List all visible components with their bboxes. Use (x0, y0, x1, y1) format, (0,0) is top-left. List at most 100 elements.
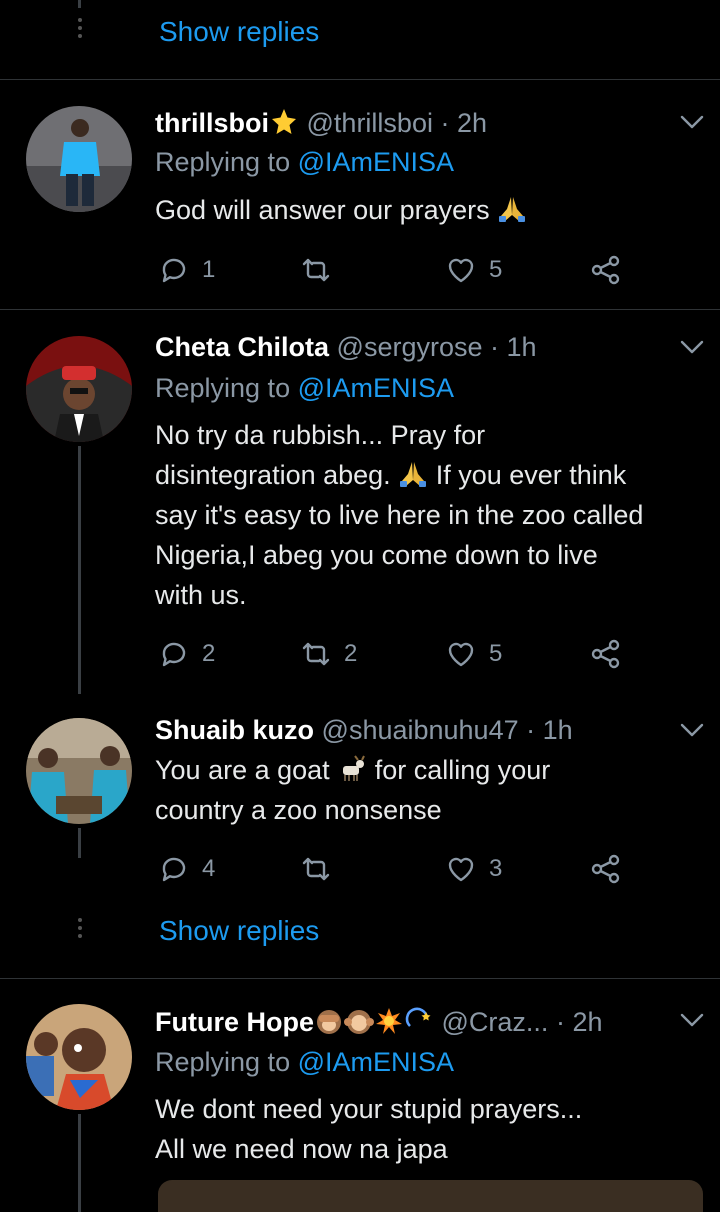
divider (0, 978, 720, 979)
replying-to-label: Replying to (155, 1047, 298, 1077)
display-name[interactable]: Shuaib kuzo (155, 715, 314, 745)
user-handle[interactable]: @sergyrose (337, 332, 483, 362)
share-icon (590, 254, 622, 286)
display-name[interactable]: thrillsboi (155, 108, 269, 138)
dizzy-icon (405, 1007, 431, 1027)
mention-link[interactable]: @IAmENISA (298, 373, 454, 403)
retweet-icon (300, 254, 332, 286)
retweet-button[interactable]: 2 (300, 637, 357, 671)
tweet-text: You are a goat for calling your country … (155, 750, 700, 830)
retweet-count: 2 (344, 640, 358, 667)
tweet-text-line: If you ever think (435, 460, 627, 490)
avatar[interactable] (26, 106, 132, 212)
glowing-star-icon (272, 109, 296, 134)
goat-icon (343, 755, 366, 781)
share-button[interactable] (590, 637, 622, 671)
retweet-button[interactable] (300, 852, 332, 886)
retweet-icon (300, 853, 332, 885)
tweet-text-line: say it's easy to live here in the zoo ca… (155, 500, 644, 530)
tweet-text-line: No try da rubbish... Pray for (155, 420, 486, 450)
avatar[interactable] (26, 336, 132, 442)
display-name[interactable]: Cheta Chilota (155, 332, 329, 362)
thread-line (78, 0, 81, 8)
reply-button[interactable]: 4 (158, 852, 215, 886)
tweet-time: · 2h (555, 1007, 603, 1037)
reply-icon (158, 853, 190, 885)
chevron-down-icon[interactable] (680, 1012, 704, 1028)
tweet-text: We dont need your stupid prayers... All … (155, 1089, 700, 1169)
thread-line (78, 828, 81, 858)
tweet-header: Future Hope @Craz... · 2h (155, 1006, 602, 1038)
replying-to: Replying to @IAmENISA (155, 373, 454, 404)
chevron-down-icon[interactable] (680, 114, 704, 130)
user-handle[interactable]: @Craz... (442, 1007, 549, 1037)
chevron-down-icon[interactable] (680, 722, 704, 738)
heart-icon (445, 254, 477, 286)
share-button[interactable] (590, 852, 622, 886)
mention-link[interactable]: @IAmENISA (298, 1047, 454, 1077)
user-handle[interactable]: @shuaibnuhu47 (322, 715, 519, 745)
tweet-text-line: for calling your (374, 755, 551, 785)
divider (0, 79, 720, 80)
tweet-text-line: All we need now na japa (155, 1134, 448, 1164)
show-replies-link[interactable]: Show replies (159, 16, 319, 48)
retweet-icon (300, 638, 332, 670)
tweet-time: · 2h (440, 108, 488, 138)
user-handle[interactable]: @thrillsboi (307, 108, 433, 138)
tweet-text-line: with us. (155, 580, 247, 610)
attached-image[interactable] (158, 1180, 703, 1212)
tweet-text-line: Nigeria,I abeg you come down to live (155, 540, 598, 570)
reply-icon (158, 254, 190, 286)
heart-icon (445, 853, 477, 885)
reply-button[interactable]: 1 (158, 253, 215, 287)
tweet-header: Cheta Chilota @sergyrose · 1h (155, 332, 537, 363)
tweet-text: God will answer our prayers (155, 190, 700, 230)
tweet-text-line: You are a goat (155, 755, 330, 785)
tweet-header: Shuaib kuzo @shuaibnuhu47 · 1h (155, 715, 573, 746)
replying-to: Replying to @IAmENISA (155, 1047, 454, 1078)
like-button[interactable]: 3 (445, 852, 502, 886)
like-count: 5 (489, 256, 503, 283)
share-icon (590, 853, 622, 885)
reply-icon (158, 638, 190, 670)
replying-to: Replying to @IAmENISA (155, 147, 454, 178)
display-name[interactable]: Future Hope (155, 1007, 314, 1037)
tweet-text-line: disintegration abeg. (155, 460, 391, 490)
avatar[interactable] (26, 1004, 132, 1110)
share-button[interactable] (590, 253, 622, 287)
folded-hands-icon (398, 459, 428, 489)
folded-hands-icon (497, 194, 527, 224)
thread-line (78, 446, 81, 694)
like-count: 5 (489, 640, 503, 667)
share-icon (590, 638, 622, 670)
reply-count: 4 (202, 855, 216, 882)
tweet-time: · 1h (490, 332, 537, 362)
reply-button[interactable]: 2 (158, 637, 215, 671)
tweet-time: · 1h (526, 715, 573, 745)
more-replies-dots-icon (78, 918, 82, 942)
thread-line (78, 1114, 81, 1212)
heart-icon (445, 638, 477, 670)
more-replies-dots-icon (78, 18, 82, 42)
like-button[interactable]: 5 (445, 637, 502, 671)
reply-count: 2 (202, 640, 216, 667)
tweet-header: thrillsboi @thrillsboi · 2h (155, 107, 487, 139)
replying-to-label: Replying to (155, 373, 298, 403)
like-count: 3 (489, 855, 503, 882)
tweet-text-line: We dont need your stupid prayers... (155, 1094, 583, 1124)
mention-link[interactable]: @IAmENISA (298, 147, 454, 177)
tweet-text-line: country a zoo nonsense (155, 795, 442, 825)
chevron-down-icon[interactable] (680, 339, 704, 355)
show-replies-link[interactable]: Show replies (159, 915, 319, 947)
tweet-text: No try da rubbish... Pray for disintegra… (155, 415, 700, 615)
avatar[interactable] (26, 718, 132, 824)
replying-to-label: Replying to (155, 147, 298, 177)
retweet-button[interactable] (300, 253, 332, 287)
see-no-evil-monkey-icon (317, 1010, 341, 1034)
hear-no-evil-monkey-icon (344, 1010, 374, 1034)
collision-icon (376, 1008, 402, 1034)
reply-count: 1 (202, 256, 216, 283)
divider (0, 309, 720, 310)
like-button[interactable]: 5 (445, 253, 502, 287)
tweet-text-line: God will answer our prayers (155, 195, 490, 225)
